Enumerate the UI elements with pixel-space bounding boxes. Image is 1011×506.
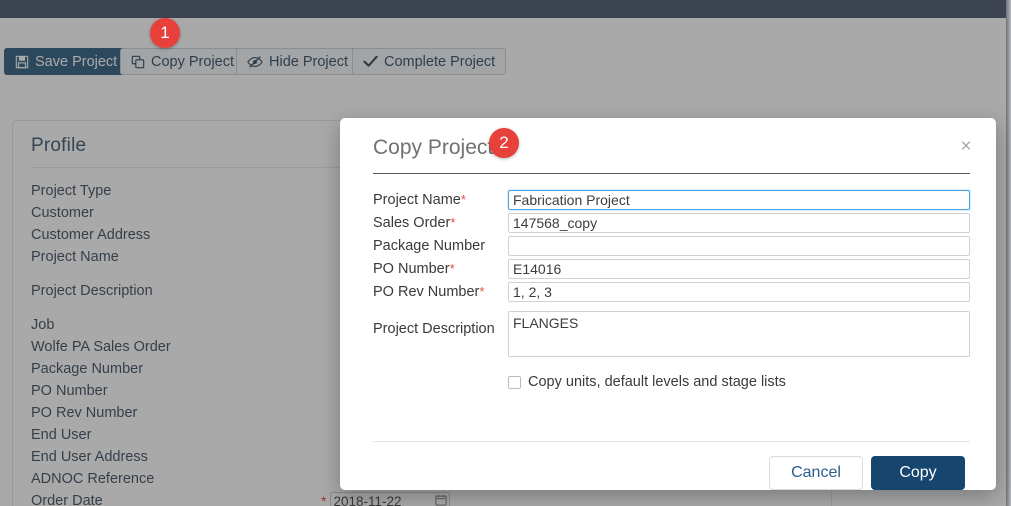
step-badge-1: 1 [150,18,180,48]
copy-project-dialog: Copy Project × Project Name* Sales Order… [340,118,996,490]
package-number-input[interactable] [508,236,970,257]
copy-button[interactable]: Copy [871,456,965,490]
copy-units-row: Copy units, default levels and stage lis… [508,374,970,390]
form-row-po-rev-number: PO Rev Number* [373,282,970,303]
form-row-package-number: Package Number [373,236,970,257]
dialog-footer: Cancel Copy [340,442,996,490]
po-number-input[interactable] [508,259,970,280]
sales-order-control [508,213,970,234]
form-row-project-description: Project Description [373,311,970,362]
required-marker: * [479,284,485,300]
screen: Save Project Copy Project Hide Project C… [0,0,1011,506]
project-description-control [508,311,970,362]
form-row-po-number: PO Number* [373,259,970,280]
po-rev-number-label: PO Rev Number* [373,282,508,302]
required-marker: * [460,192,466,208]
copy-units-checkbox[interactable] [508,375,521,389]
dialog-body: Project Name* Sales Order* Package Numbe… [340,174,996,419]
package-number-label: Package Number [373,236,508,256]
sales-order-label-text: Sales Order [373,215,451,232]
form-row-sales-order: Sales Order* [373,213,970,234]
required-marker: * [449,261,455,277]
project-name-label: Project Name* [373,190,508,210]
po-number-label-text: PO Number [373,261,450,278]
po-number-control [508,259,970,280]
page-right-edge [1006,0,1011,506]
modal-backdrop-topbar-overlay [0,0,1007,18]
sales-order-label: Sales Order* [373,213,508,233]
project-name-control [508,190,970,211]
project-description-label: Project Description [373,321,495,338]
step-badge-2: 2 [489,128,519,158]
form-row-project-name: Project Name* [373,190,970,211]
po-number-label: PO Number* [373,259,508,279]
sales-order-input[interactable] [508,213,970,234]
dialog-title: Copy Project [373,136,494,159]
package-number-control [508,236,970,257]
po-rev-number-label-text: PO Rev Number [373,284,480,301]
project-description-textarea[interactable] [508,311,970,358]
project-name-label-text: Project Name [373,192,461,209]
po-rev-number-input[interactable] [508,282,970,303]
copy-units-label: Copy units, default levels and stage lis… [528,374,786,391]
cancel-button[interactable]: Cancel [769,456,863,490]
required-marker: * [450,215,456,231]
package-number-label-text: Package Number [373,238,486,255]
project-name-input[interactable] [508,190,970,211]
po-rev-number-control [508,282,970,303]
dialog-header: Copy Project × [340,118,996,159]
close-icon[interactable]: × [956,136,976,156]
